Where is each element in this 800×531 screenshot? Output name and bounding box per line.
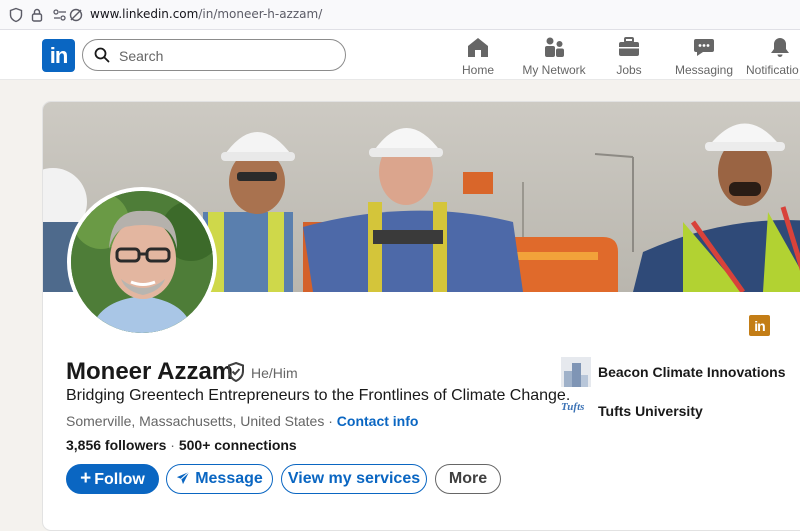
profile-card: in Moneer Azzam He/Him Bridging Greentec… — [42, 101, 800, 531]
avatar-image — [71, 191, 213, 333]
bell-icon — [771, 38, 789, 57]
nav-my-network[interactable]: My Network — [520, 36, 588, 80]
lock-icon[interactable] — [29, 7, 45, 23]
tracking-blocked-icon[interactable] — [68, 7, 84, 23]
message-label: Message — [195, 470, 263, 487]
nav-jobs-label: Jobs — [616, 63, 642, 77]
search-icon — [94, 47, 110, 63]
url-host: www.linkedin.com — [90, 7, 199, 21]
profile-stats: 3,856 followers · 500+ connections — [66, 437, 297, 453]
search-input[interactable] — [119, 46, 329, 66]
linkedin-badge-icon[interactable]: in — [749, 315, 770, 336]
network-icon — [545, 37, 564, 57]
contact-info-link[interactable]: Contact info — [337, 413, 419, 429]
profile-name: Moneer Azzam — [66, 358, 234, 385]
profile-location-line: Somerville, Massachusetts, United States… — [66, 413, 418, 429]
profile-headline: Bridging Greentech Entrepreneurs to the … — [66, 387, 571, 404]
follow-label: Follow — [94, 471, 145, 488]
home-icon — [468, 38, 488, 57]
top-nav: in Home My Network Jobs Messaging Notifi… — [0, 30, 800, 80]
nav-notifications-label: Notificatio — [746, 63, 799, 77]
verified-shield-icon[interactable] — [227, 362, 245, 382]
nav-messaging-label: Messaging — [674, 63, 734, 77]
location-separator: · — [328, 413, 333, 429]
connections-count[interactable]: 500+ connections — [179, 437, 297, 453]
nav-jobs[interactable]: Jobs — [612, 36, 646, 80]
nav-home[interactable]: Home — [458, 36, 498, 80]
shield-icon[interactable] — [8, 7, 24, 23]
followers-count[interactable]: 3,856 followers — [66, 437, 166, 453]
send-icon — [177, 471, 190, 485]
view-services-button[interactable]: View my services — [281, 464, 427, 494]
profile-location: Somerville, Massachusetts, United States — [66, 413, 325, 429]
url-path: /in/moneer-h-azzam/ — [198, 7, 323, 21]
org-beacon-name: Beacon Climate Innovations — [598, 364, 786, 380]
search-box[interactable] — [82, 39, 346, 71]
briefcase-icon — [619, 37, 639, 56]
tufts-logo-icon: Tufts — [561, 401, 585, 413]
profile-pronouns: He/Him — [251, 365, 298, 381]
messaging-icon — [694, 39, 714, 56]
message-button[interactable]: Message — [166, 464, 273, 494]
browser-toolbar: www.linkedin.com/in/moneer-h-azzam/ — [0, 0, 800, 30]
stats-separator: · — [170, 437, 175, 453]
profile-photo[interactable] — [67, 187, 217, 337]
plus-icon: + — [80, 468, 92, 489]
permissions-icon[interactable] — [52, 7, 68, 23]
nav-notifications[interactable]: Notificatio — [746, 36, 800, 80]
linkedin-logo[interactable]: in — [42, 39, 75, 72]
nav-messaging[interactable]: Messaging — [674, 36, 734, 80]
more-button[interactable]: More — [435, 464, 501, 494]
follow-button[interactable]: + Follow — [66, 464, 159, 494]
org-tufts-name: Tufts University — [598, 403, 703, 419]
nav-my-network-label: My Network — [522, 63, 586, 77]
nav-home-label: Home — [461, 63, 494, 77]
beacon-logo-icon — [561, 357, 591, 387]
org-beacon[interactable]: Beacon Climate Innovations — [561, 357, 785, 390]
address-bar[interactable]: www.linkedin.com/in/moneer-h-azzam/ — [90, 7, 322, 21]
